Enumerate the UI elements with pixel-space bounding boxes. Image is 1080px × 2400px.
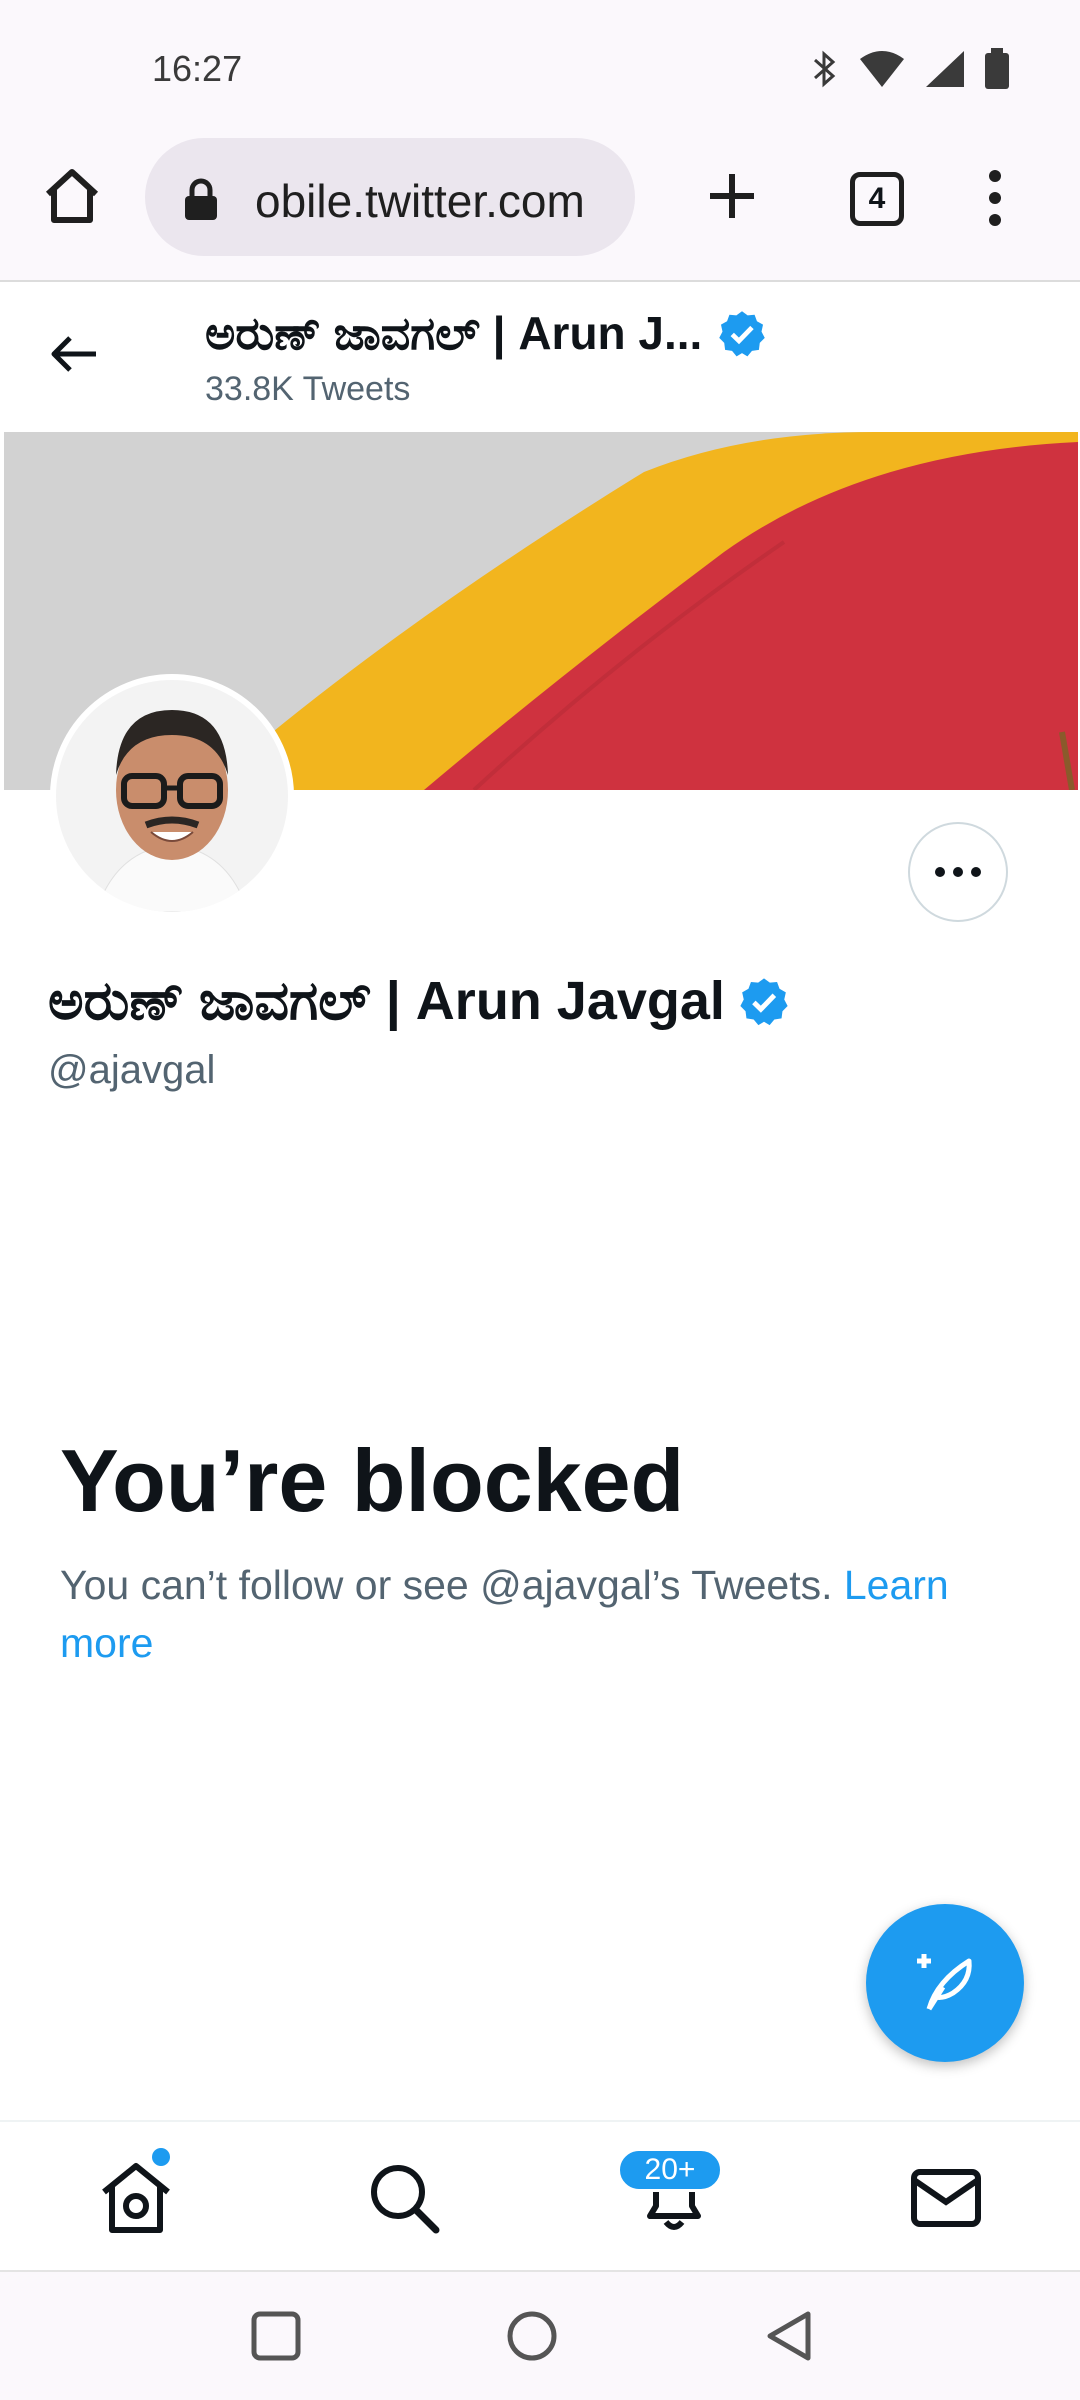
page: 16:27 obile.twitter.com 4 ಅರುಣ್ ಜಾವಗಲ್ |… — [0, 0, 1080, 2400]
status-icons — [810, 48, 1010, 90]
home-circle-icon[interactable] — [506, 2310, 558, 2362]
more-icon — [935, 867, 981, 877]
verified-badge-icon — [719, 311, 766, 357]
notification-badge: 20+ — [617, 2148, 723, 2192]
header-name-row: ಅರುಣ್ ಜಾವಗಲ್ | Arun J... — [205, 306, 768, 362]
lock-icon[interactable] — [183, 178, 219, 222]
home-unread-dot — [152, 2148, 170, 2166]
bottom-navigation: 20+ — [0, 2120, 1080, 2270]
home-icon[interactable] — [40, 164, 104, 228]
status-bar: 16:27 — [0, 0, 1080, 130]
new-tab-icon[interactable] — [700, 164, 764, 228]
search-icon[interactable] — [364, 2158, 444, 2238]
address-bar[interactable]: obile.twitter.com — [145, 138, 635, 256]
blocked-message: You can’t follow or see @ajavgal’s Tweet… — [60, 1556, 1010, 1672]
recents-square-icon[interactable] — [250, 2310, 302, 2362]
back-arrow-icon[interactable] — [48, 328, 100, 380]
avatar[interactable] — [50, 674, 294, 918]
header-name: ಅರುಣ್ ಜಾವಗಲ್ | Arun J... — [205, 307, 703, 359]
system-navigation-bar — [0, 2270, 1080, 2400]
browser-toolbar: obile.twitter.com 4 — [0, 130, 1080, 282]
tabs-button[interactable]: 4 — [850, 172, 904, 226]
profile-name-row: ಅರುಣ್ ಜಾವಗಲ್ | Arun Javgal — [48, 970, 791, 1033]
compose-tweet-button[interactable] — [866, 1904, 1024, 2062]
profile-header: ಅರುಣ್ ಜಾವಗಲ್ | Arun J... 33.8K Tweets — [0, 284, 1080, 432]
messages-mail-icon[interactable] — [906, 2158, 986, 2238]
verified-badge-icon — [740, 977, 788, 1025]
status-time: 16:27 — [152, 48, 243, 89]
profile-handle: @ajavgal — [48, 1048, 216, 1092]
battery-icon — [985, 48, 1009, 89]
avatar-photo — [56, 680, 288, 912]
menu-icon[interactable] — [980, 168, 1010, 228]
wifi-icon — [860, 51, 904, 87]
profile-name: ಅರುಣ್ ಜಾವಗಲ್ | Arun Javgal — [48, 971, 725, 1031]
compose-feather-icon — [917, 1954, 972, 2011]
home-icon[interactable] — [96, 2158, 176, 2238]
back-triangle-icon[interactable] — [764, 2310, 816, 2362]
more-options-button[interactable] — [908, 822, 1008, 922]
blocked-title: You’re blocked — [60, 1431, 685, 1530]
tweet-count: 33.8K Tweets — [205, 370, 411, 408]
bluetooth-icon — [814, 50, 836, 88]
blocked-message-text: You can’t follow or see @ajavgal’s Tweet… — [60, 1562, 844, 1608]
url-text[interactable]: obile.twitter.com — [255, 174, 585, 228]
signal-icon — [926, 51, 964, 87]
